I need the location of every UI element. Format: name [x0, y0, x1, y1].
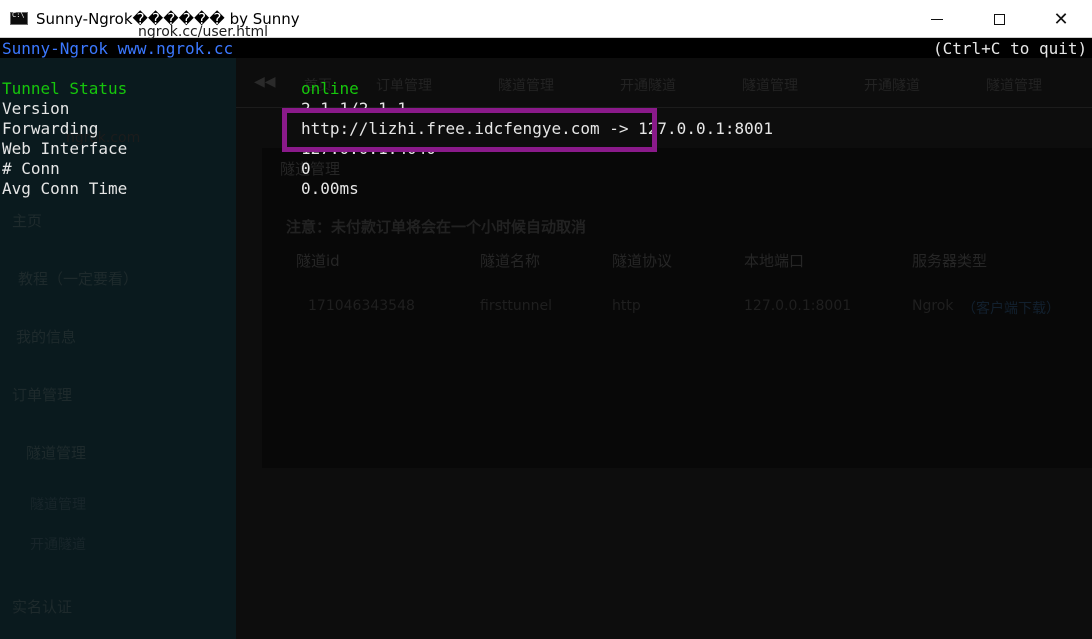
- maximize-button[interactable]: [968, 0, 1030, 38]
- label-forwarding: Forwarding: [2, 119, 99, 138]
- close-button[interactable]: ✕: [1030, 0, 1092, 38]
- minimize-button[interactable]: [906, 0, 968, 38]
- label-web-interface: Web Interface: [2, 139, 128, 158]
- console-header-left: Sunny-Ngrok www.ngrok.cc: [2, 39, 234, 58]
- value-conn: 0: [301, 159, 311, 178]
- minimize-icon: [931, 18, 943, 20]
- value-avg-conn-time: 0.00ms: [301, 179, 359, 198]
- value-tunnel-status: online: [301, 79, 359, 98]
- label-conn: # Conn: [2, 159, 60, 178]
- console-header-right: (Ctrl+C to quit): [933, 39, 1088, 58]
- label-version: Version: [2, 99, 70, 118]
- label-avg-conn-time: Avg Conn Time: [2, 179, 128, 198]
- maximize-icon: [993, 13, 1005, 25]
- label-tunnel-status: Tunnel Status: [2, 79, 128, 98]
- console-app-icon: [10, 11, 28, 25]
- close-icon: ✕: [1053, 8, 1069, 30]
- window-controls: ✕: [906, 0, 1092, 38]
- forwarding-url-highlight: [282, 108, 657, 152]
